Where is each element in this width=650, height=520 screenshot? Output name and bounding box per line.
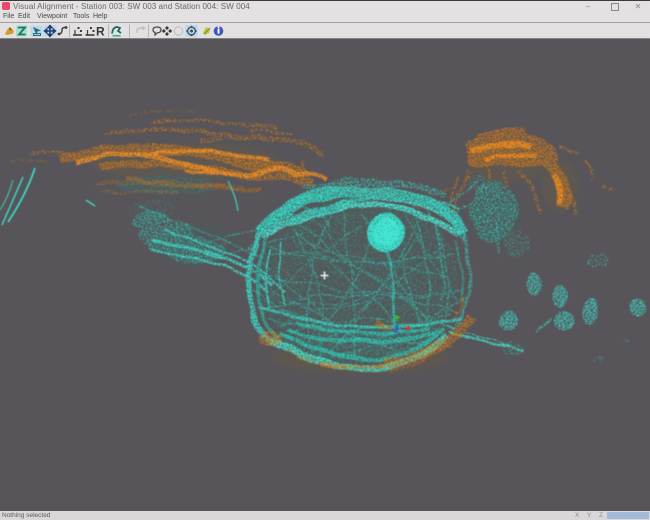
svg-text:R: R [96,25,105,39]
svg-text:Z: Z [394,325,400,335]
